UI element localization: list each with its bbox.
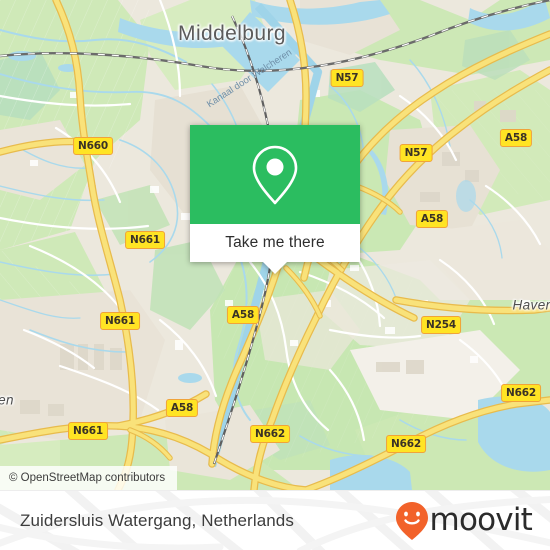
shield-a58-center[interactable]: A58 — [226, 306, 260, 324]
popup-action-row[interactable]: Take me there — [190, 224, 360, 262]
map-attribution[interactable]: © OpenStreetMap contributors — [0, 466, 178, 490]
map-canvas[interactable]: Middelburg Haven en Kanaal door Walchere… — [0, 0, 550, 490]
shield-n662-right[interactable]: N662 — [501, 384, 541, 402]
attribution-text: © OpenStreetMap contributors — [9, 472, 166, 484]
location-pin-icon — [252, 145, 298, 204]
shield-a58-lower[interactable]: A58 — [165, 399, 199, 417]
popup-header — [190, 125, 360, 224]
moovit-map-screenshot: Middelburg Haven en Kanaal door Walchere… — [0, 0, 550, 550]
take-me-there-label: Take me there — [225, 234, 325, 251]
shield-n661-upper[interactable]: N661 — [125, 231, 165, 249]
moovit-logo[interactable]: moovit — [395, 491, 533, 550]
shield-n660[interactable]: N660 — [73, 137, 113, 155]
location-popup-card[interactable]: Take me there — [190, 125, 360, 274]
shield-a58-right[interactable]: A58 — [415, 210, 449, 228]
footer-title-text: Zuidersluis Watergang, Netherlands — [20, 510, 294, 530]
moovit-pin-smiley-icon — [395, 501, 428, 540]
moovit-wordmark: moovit — [429, 502, 533, 538]
shield-n662-center[interactable]: N662 — [250, 425, 290, 443]
shield-n57-top[interactable]: N57 — [330, 69, 364, 87]
shield-n57-mid[interactable]: N57 — [399, 144, 433, 162]
place-label-haven: Haven — [512, 297, 550, 313]
footer-bar: Zuidersluis Watergang, Netherlands moovi… — [0, 490, 550, 550]
shield-n254[interactable]: N254 — [421, 316, 461, 334]
place-label-partial: en — [0, 392, 14, 408]
popup-pointer — [263, 262, 287, 274]
shield-a58-topright[interactable]: A58 — [499, 129, 533, 147]
place-label-middelburg: Middelburg — [178, 22, 286, 45]
page-title: Zuidersluis Watergang, Netherlands — [20, 491, 294, 550]
shield-n661-mid[interactable]: N661 — [100, 312, 140, 330]
shield-n662-bottom[interactable]: N662 — [386, 435, 426, 453]
shield-n661-bottom[interactable]: N661 — [68, 422, 108, 440]
